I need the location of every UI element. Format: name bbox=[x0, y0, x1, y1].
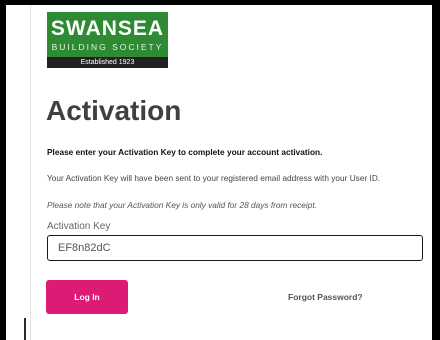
logo-name: SWANSEA bbox=[50, 17, 165, 40]
instruction-text: Please enter your Activation Key to comp… bbox=[47, 147, 323, 157]
page-title: Activation bbox=[46, 95, 182, 126]
background-edge bbox=[24, 318, 26, 340]
logo-subtitle: BUILDING SOCIETY bbox=[51, 42, 164, 52]
forgot-password-link[interactable]: Forgot Password? bbox=[288, 292, 363, 303]
window-frame-right bbox=[431, 0, 440, 340]
validity-note-text: Please note that your Activation Key is … bbox=[47, 200, 317, 210]
activation-key-label: Activation Key bbox=[47, 221, 111, 232]
window-frame-left bbox=[0, 0, 6, 340]
activation-key-input[interactable] bbox=[47, 235, 423, 261]
brand-logo: SWANSEA BUILDING SOCIETY Established 192… bbox=[47, 12, 168, 68]
sent-info-text: Your Activation Key will have been sent … bbox=[47, 173, 381, 183]
logo-established: Established 1923 bbox=[47, 57, 168, 68]
log-in-button[interactable]: Log In bbox=[46, 280, 128, 314]
